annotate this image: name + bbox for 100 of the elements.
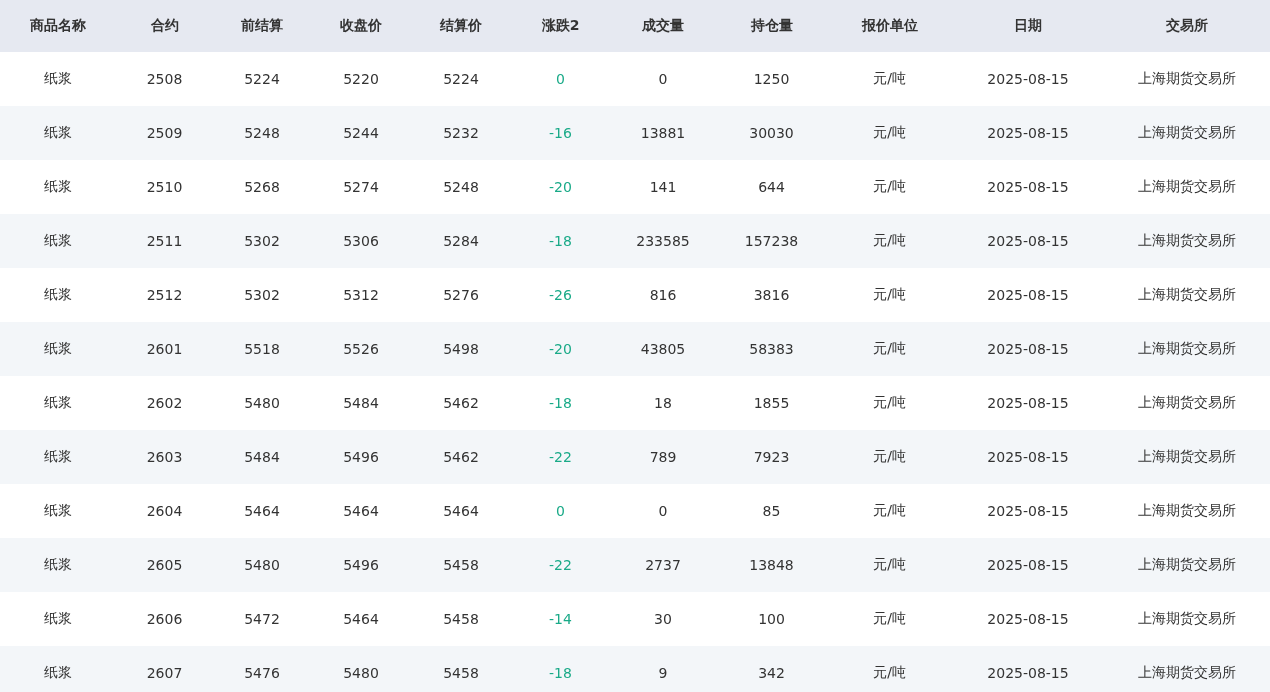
table-cell: 2025-08-15: [952, 160, 1104, 214]
change-cell: 0: [511, 484, 610, 538]
table-cell: 43805: [610, 322, 716, 376]
table-cell: 上海期货交易所: [1104, 106, 1270, 160]
table-cell: 5464: [311, 484, 411, 538]
table-cell: 元/吨: [827, 52, 952, 106]
change-cell: -22: [511, 430, 610, 484]
table-cell: 5484: [213, 430, 311, 484]
table-cell: 2025-08-15: [952, 430, 1104, 484]
table-cell: 纸浆: [0, 592, 116, 646]
table-cell: 纸浆: [0, 214, 116, 268]
table-cell: 5458: [411, 538, 511, 592]
table-cell: 5276: [411, 268, 511, 322]
table-cell: 2510: [116, 160, 213, 214]
table-cell: 元/吨: [827, 430, 952, 484]
table-cell: 5220: [311, 52, 411, 106]
table-cell: 816: [610, 268, 716, 322]
table-cell: 2607: [116, 646, 213, 692]
table-cell: 纸浆: [0, 484, 116, 538]
table-cell: 5472: [213, 592, 311, 646]
table-cell: 1855: [716, 376, 827, 430]
table-cell: 5480: [311, 646, 411, 692]
table-cell: 5518: [213, 322, 311, 376]
table-cell: 157238: [716, 214, 827, 268]
column-header: 商品名称: [0, 0, 116, 52]
table-cell: 5484: [311, 376, 411, 430]
table-cell: 342: [716, 646, 827, 692]
table-cell: 13848: [716, 538, 827, 592]
table-cell: 5224: [213, 52, 311, 106]
table-cell: 5302: [213, 214, 311, 268]
change-cell: -20: [511, 322, 610, 376]
table-cell: 5498: [411, 322, 511, 376]
table-cell: 上海期货交易所: [1104, 214, 1270, 268]
table-cell: 789: [610, 430, 716, 484]
table-cell: 2509: [116, 106, 213, 160]
change-cell: -22: [511, 538, 610, 592]
table-cell: 2025-08-15: [952, 52, 1104, 106]
table-cell: 30030: [716, 106, 827, 160]
table-cell: 元/吨: [827, 268, 952, 322]
table-cell: 上海期货交易所: [1104, 376, 1270, 430]
change-cell: -20: [511, 160, 610, 214]
table-cell: 纸浆: [0, 268, 116, 322]
table-cell: 上海期货交易所: [1104, 268, 1270, 322]
table-cell: 2603: [116, 430, 213, 484]
table-cell: 上海期货交易所: [1104, 538, 1270, 592]
column-header: 涨跌2: [511, 0, 610, 52]
table-cell: 13881: [610, 106, 716, 160]
table-cell: 5462: [411, 430, 511, 484]
table-cell: 上海期货交易所: [1104, 52, 1270, 106]
table-cell: 141: [610, 160, 716, 214]
table-cell: 2602: [116, 376, 213, 430]
column-header: 交易所: [1104, 0, 1270, 52]
table-cell: 5464: [213, 484, 311, 538]
table-cell: 2512: [116, 268, 213, 322]
table-cell: 5306: [311, 214, 411, 268]
table-cell: 纸浆: [0, 430, 116, 484]
table-cell: 纸浆: [0, 646, 116, 692]
table-cell: 纸浆: [0, 322, 116, 376]
change-cell: -18: [511, 376, 610, 430]
table-cell: 上海期货交易所: [1104, 322, 1270, 376]
table-cell: 9: [610, 646, 716, 692]
change-cell: -16: [511, 106, 610, 160]
table-cell: 5268: [213, 160, 311, 214]
table-cell: 纸浆: [0, 376, 116, 430]
table-cell: 2025-08-15: [952, 106, 1104, 160]
table-cell: 5476: [213, 646, 311, 692]
table-cell: 2025-08-15: [952, 268, 1104, 322]
table-cell: 元/吨: [827, 160, 952, 214]
table-cell: 元/吨: [827, 592, 952, 646]
table-cell: 5480: [213, 538, 311, 592]
table-cell: 2025-08-15: [952, 592, 1104, 646]
table-cell: 18: [610, 376, 716, 430]
column-header: 前结算: [213, 0, 311, 52]
table-cell: 上海期货交易所: [1104, 430, 1270, 484]
table-cell: 元/吨: [827, 214, 952, 268]
table-cell: 85: [716, 484, 827, 538]
table-cell: 元/吨: [827, 376, 952, 430]
column-header: 成交量: [610, 0, 716, 52]
table-cell: 7923: [716, 430, 827, 484]
table-cell: 2025-08-15: [952, 646, 1104, 692]
table-cell: 上海期货交易所: [1104, 484, 1270, 538]
table-cell: 0: [610, 484, 716, 538]
table-cell: 5284: [411, 214, 511, 268]
change-cell: -18: [511, 214, 610, 268]
table-cell: 30: [610, 592, 716, 646]
table-cell: 2511: [116, 214, 213, 268]
table-cell: 元/吨: [827, 106, 952, 160]
column-header: 结算价: [411, 0, 511, 52]
table-cell: 2601: [116, 322, 213, 376]
table-cell: 3816: [716, 268, 827, 322]
table-cell: 5312: [311, 268, 411, 322]
change-cell: -26: [511, 268, 610, 322]
table-cell: 2508: [116, 52, 213, 106]
table-cell: 元/吨: [827, 322, 952, 376]
table-cell: 5458: [411, 646, 511, 692]
column-header: 收盘价: [311, 0, 411, 52]
table-cell: 上海期货交易所: [1104, 160, 1270, 214]
table-cell: 上海期货交易所: [1104, 592, 1270, 646]
change-cell: -14: [511, 592, 610, 646]
table-cell: 2605: [116, 538, 213, 592]
